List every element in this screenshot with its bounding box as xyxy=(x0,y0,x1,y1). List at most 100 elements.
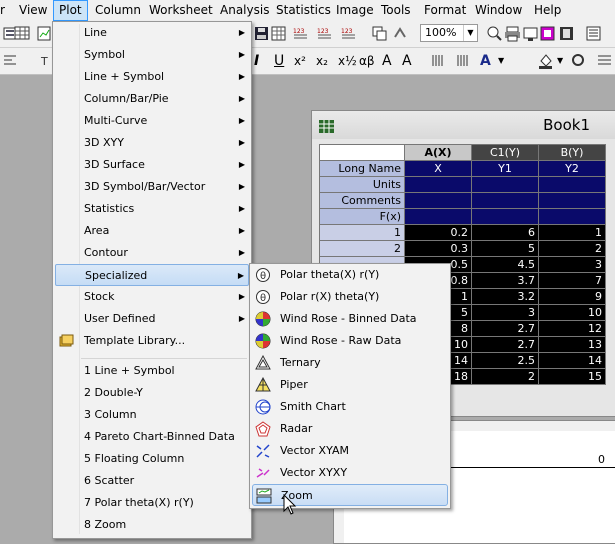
menu-item-recent-1[interactable]: 1 Line + Symbol xyxy=(55,360,249,382)
column-header-a[interactable]: A(X) xyxy=(404,144,472,161)
submenu-item-vector-xyam[interactable]: Vector XYAM xyxy=(252,440,448,462)
menu-analysis[interactable]: Analysis xyxy=(220,0,269,21)
super-sub-icon[interactable]: x½ xyxy=(338,51,357,71)
menu-help[interactable]: Help xyxy=(534,0,561,21)
long-name-cell[interactable]: X xyxy=(404,160,472,177)
menu-item-3d-xyy[interactable]: 3D XYY ▶ xyxy=(55,132,249,154)
data-cell[interactable]: 2.7 xyxy=(471,336,539,353)
submenu-item-polar-theta-x-r-y[interactable]: θ Polar theta(X) r(Y) xyxy=(252,264,448,286)
superscript-icon[interactable]: x² xyxy=(294,51,306,71)
movie-icon[interactable] xyxy=(558,25,575,42)
formula-cell[interactable] xyxy=(538,208,606,225)
data-cell[interactable]: 2.7 xyxy=(471,320,539,337)
menu-item-recent-6[interactable]: 6 Scatter xyxy=(55,470,249,492)
menu-item-recent-2[interactable]: 2 Double-Y xyxy=(55,382,249,404)
data-cell[interactable]: 9 xyxy=(538,288,606,305)
long-name-cell[interactable]: Y1 xyxy=(471,160,539,177)
submenu-item-piper[interactable]: Piper xyxy=(252,374,448,396)
row-number[interactable]: 2 xyxy=(319,240,405,257)
refresh-icon[interactable] xyxy=(392,25,409,42)
data-cell[interactable]: 2.5 xyxy=(471,352,539,369)
submenu-item-vector-xyxy[interactable]: Vector XYXY xyxy=(252,462,448,484)
zoom-in-icon[interactable] xyxy=(486,25,503,42)
data-cell[interactable]: 3.2 xyxy=(471,288,539,305)
line-style-icon[interactable] xyxy=(570,52,587,69)
menu-tools[interactable]: Tools xyxy=(381,0,411,21)
data-cell[interactable]: 6 xyxy=(471,224,539,241)
data-cell[interactable]: 0.3 xyxy=(404,240,472,257)
formula-cell[interactable] xyxy=(404,208,472,225)
menu-worksheet[interactable]: Worksheet xyxy=(149,0,213,21)
menu-item-template-library[interactable]: Template Library... xyxy=(55,330,249,352)
row-label-fx[interactable]: F(x) xyxy=(319,208,405,225)
units-cell[interactable] xyxy=(404,176,472,193)
data-cell[interactable]: 10 xyxy=(538,304,606,321)
long-name-cell[interactable]: Y2 xyxy=(538,160,606,177)
new-workbook-icon[interactable] xyxy=(14,25,31,42)
menu-image[interactable]: Image xyxy=(336,0,374,21)
align-left-icon[interactable] xyxy=(2,52,19,69)
submenu-item-wind-rose-binned[interactable]: Wind Rose - Binned Data xyxy=(252,308,448,330)
script-icon[interactable] xyxy=(585,25,602,42)
new-graph-icon[interactable] xyxy=(36,25,53,42)
chevron-down-icon[interactable]: ▼ xyxy=(557,51,563,71)
submenu-item-ternary[interactable]: Ternary xyxy=(252,352,448,374)
units-cell[interactable] xyxy=(471,176,539,193)
menu-view[interactable]: View xyxy=(19,0,47,21)
zoom-select[interactable]: 100% ▼ xyxy=(420,24,478,42)
units-cell[interactable] xyxy=(538,176,606,193)
submenu-item-smith-chart[interactable]: Smith Chart xyxy=(252,396,448,418)
menu-item-recent-4[interactable]: 4 Pareto Chart-Binned Data xyxy=(55,426,249,448)
menu-item-recent-5[interactable]: 5 Floating Column xyxy=(55,448,249,470)
submenu-item-radar[interactable]: Radar xyxy=(252,418,448,440)
import-data-icon[interactable]: 123 xyxy=(292,25,309,42)
menu-item-recent-8[interactable]: 8 Zoom xyxy=(55,514,249,536)
corner-cell[interactable] xyxy=(319,144,405,161)
data-cell[interactable]: 2 xyxy=(471,368,539,385)
row-label-units[interactable]: Units xyxy=(319,176,405,193)
data-cell[interactable]: 1 xyxy=(538,224,606,241)
copy-page-icon[interactable] xyxy=(522,25,539,42)
book1-title-bar[interactable]: Book1 xyxy=(312,111,615,139)
menu-item-recent-3[interactable]: 3 Column xyxy=(55,404,249,426)
underline-icon[interactable]: U xyxy=(274,51,284,71)
menu-item-symbol[interactable]: Symbol ▶ xyxy=(55,44,249,66)
subscript-icon[interactable]: x₂ xyxy=(316,51,328,71)
column-header-b[interactable]: B(Y) xyxy=(538,144,606,161)
menu-item-3d-surface[interactable]: 3D Surface ▶ xyxy=(55,154,249,176)
import-wizard-icon[interactable]: 123 xyxy=(340,25,357,42)
fill-color-icon[interactable] xyxy=(537,52,554,69)
data-cell[interactable]: 7 xyxy=(538,272,606,289)
data-cell[interactable]: 4.5 xyxy=(471,256,539,273)
menu-item-area[interactable]: Area ▶ xyxy=(55,220,249,242)
menu-item-specialized[interactable]: Specialized ▶ xyxy=(55,264,249,286)
menu-item-line-symbol[interactable]: Line + Symbol ▶ xyxy=(55,66,249,88)
line-width-icon[interactable] xyxy=(596,52,613,69)
print-icon[interactable] xyxy=(504,25,521,42)
menu-window[interactable]: Window xyxy=(475,0,522,21)
distribute-icon[interactable] xyxy=(455,52,472,69)
duplicate-icon[interactable] xyxy=(371,25,388,42)
data-cell[interactable]: 3 xyxy=(538,256,606,273)
menu-item-contour[interactable]: Contour ▶ xyxy=(55,242,249,264)
data-cell[interactable]: 5 xyxy=(471,240,539,257)
comments-cell[interactable] xyxy=(471,192,539,209)
menu-item-recent-7[interactable]: 7 Polar theta(X) r(Y) xyxy=(55,492,249,514)
greek-icon[interactable]: αβ xyxy=(359,51,375,71)
data-cell[interactable]: 14 xyxy=(538,352,606,369)
menu-column[interactable]: Column xyxy=(95,0,141,21)
layer-icon[interactable] xyxy=(539,25,556,42)
menu-item-3d-symbol-bar-vector[interactable]: 3D Symbol/Bar/Vector ▶ xyxy=(55,176,249,198)
menu-file-partial[interactable]: r xyxy=(0,0,5,21)
menu-statistics[interactable]: Statistics xyxy=(276,0,331,21)
data-cell[interactable]: 13 xyxy=(538,336,606,353)
row-label-long-name[interactable]: Long Name xyxy=(319,160,405,177)
submenu-item-wind-rose-raw[interactable]: Wind Rose - Raw Data xyxy=(252,330,448,352)
menu-item-column-bar-pie[interactable]: Column/Bar/Pie ▶ xyxy=(55,88,249,110)
menu-item-multi-curve[interactable]: Multi-Curve ▶ xyxy=(55,110,249,132)
menu-item-user-defined[interactable]: User Defined ▶ xyxy=(55,308,249,330)
font-color-icon[interactable]: A xyxy=(480,51,491,71)
menu-item-line[interactable]: Line ▶ xyxy=(55,22,249,44)
menu-item-stock[interactable]: Stock ▶ xyxy=(55,286,249,308)
increase-font-icon[interactable]: A xyxy=(382,51,392,71)
